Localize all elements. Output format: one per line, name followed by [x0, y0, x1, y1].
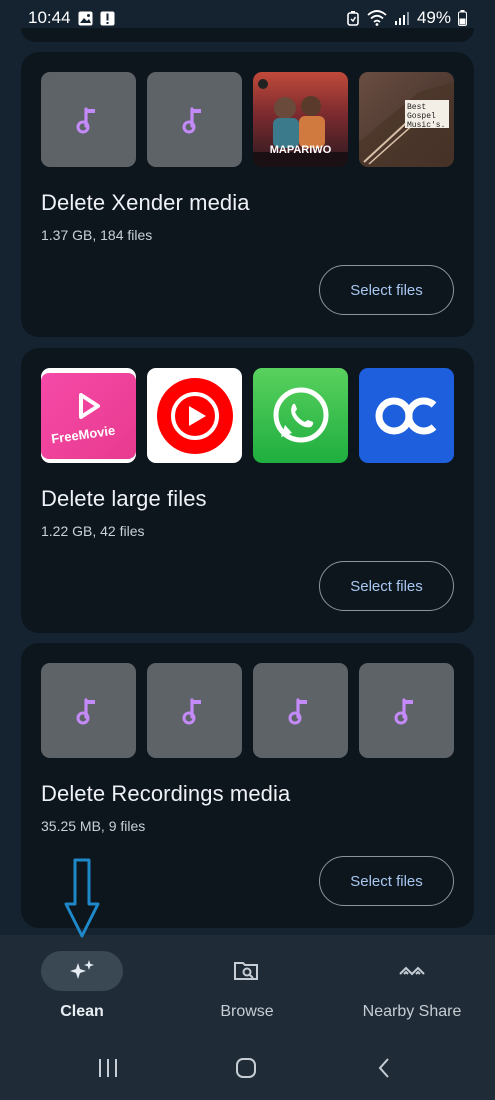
- sparkle-icon: [70, 960, 94, 979]
- bottom-navigation: Clean Browse Nearby Share: [0, 935, 495, 1035]
- music-note-icon: [182, 697, 201, 724]
- oc-app-icon: [375, 397, 436, 434]
- freemovie-app-thumbnail[interactable]: FreeMovie: [41, 368, 136, 463]
- select-files-button[interactable]: Select files: [319, 265, 454, 315]
- nav-item-clean[interactable]: Clean: [7, 951, 157, 1021]
- youtube-music-thumbnail[interactable]: [147, 368, 242, 463]
- nav-item-nearby-share[interactable]: Nearby Share: [337, 951, 487, 1021]
- card-title: Delete Xender media: [41, 190, 250, 215]
- card-subtitle: 35.25 MB, 9 files: [41, 818, 146, 834]
- freemovie-app-icon: FreeMovie: [41, 372, 136, 459]
- gallery-icon: [78, 11, 93, 26]
- nav-label: Nearby Share: [362, 1003, 462, 1020]
- audio-thumbnail[interactable]: [147, 663, 242, 758]
- music-note-icon: [76, 697, 95, 724]
- folder-search-icon: [234, 962, 258, 980]
- audio-thumbnail[interactable]: [253, 663, 348, 758]
- nav-label: Clean: [60, 1003, 104, 1020]
- music-note-icon: [182, 106, 201, 133]
- nav-item-browse[interactable]: Browse: [172, 951, 322, 1021]
- home-icon: [236, 1058, 256, 1078]
- freemovie-label: FreeMovie: [50, 422, 117, 446]
- thumbnail-row: [41, 663, 454, 758]
- recent-apps-button[interactable]: [88, 1053, 128, 1083]
- oc-app-thumbnail[interactable]: [359, 368, 454, 463]
- whatsapp-icon: [273, 387, 328, 442]
- card-large-files: FreeMovie Delete large files 1.22 GB, 42…: [21, 348, 474, 633]
- thumbnail-row: FreeMovie: [41, 368, 454, 463]
- nav-pill: [371, 951, 453, 991]
- status-left: 10:44: [28, 8, 115, 28]
- back-icon: [378, 1058, 389, 1078]
- audio-thumbnail[interactable]: [41, 72, 136, 167]
- wifi-icon: [367, 10, 387, 26]
- alarm-icon: [346, 10, 360, 26]
- battery-icon: [458, 10, 467, 26]
- music-note-icon: [76, 106, 95, 133]
- status-time: 10:44: [28, 8, 71, 27]
- music-note-icon: [288, 697, 307, 724]
- card-title: Delete Recordings media: [41, 781, 291, 806]
- battery-percent: 49%: [416, 8, 451, 27]
- audio-thumbnail[interactable]: [147, 72, 242, 167]
- album-art-thumbnail[interactable]: MAPARIWO: [253, 72, 348, 167]
- alert-icon: [100, 11, 115, 26]
- card-subtitle: 1.22 GB, 42 files: [41, 523, 145, 539]
- signal-icon: [394, 11, 410, 25]
- system-navigation-bar: [0, 1035, 495, 1100]
- nav-label: Browse: [220, 1003, 274, 1020]
- music-note-icon: [394, 697, 413, 724]
- album-art-title: MAPARIWO: [269, 144, 332, 156]
- select-files-button[interactable]: Select files: [319, 561, 454, 611]
- home-button[interactable]: [226, 1053, 266, 1083]
- album-art-caption: Best Gospel Music's.: [407, 103, 446, 130]
- status-right: 49%: [346, 8, 467, 28]
- previous-card-edge: [21, 28, 474, 42]
- nav-pill: [206, 951, 288, 991]
- back-button[interactable]: [364, 1053, 404, 1083]
- thumbnail-row: MAPARIWO Best Gospel Music's.: [41, 72, 454, 167]
- nearby-share-icon: [399, 966, 425, 976]
- audio-thumbnail[interactable]: [359, 663, 454, 758]
- recent-apps-icon: [99, 1059, 117, 1077]
- whatsapp-thumbnail[interactable]: [253, 368, 348, 463]
- select-files-button[interactable]: Select files: [319, 856, 454, 906]
- card-title: Delete large files: [41, 486, 207, 511]
- nav-pill-active: [41, 951, 123, 991]
- card-xender-media: MAPARIWO Best Gospel Music's. Delete Xen…: [21, 52, 474, 337]
- youtube-music-icon: [156, 377, 233, 454]
- album-art-thumbnail[interactable]: Best Gospel Music's.: [359, 72, 454, 167]
- annotation-arrow-icon: [64, 858, 100, 938]
- audio-thumbnail[interactable]: [41, 663, 136, 758]
- card-subtitle: 1.37 GB, 184 files: [41, 227, 153, 243]
